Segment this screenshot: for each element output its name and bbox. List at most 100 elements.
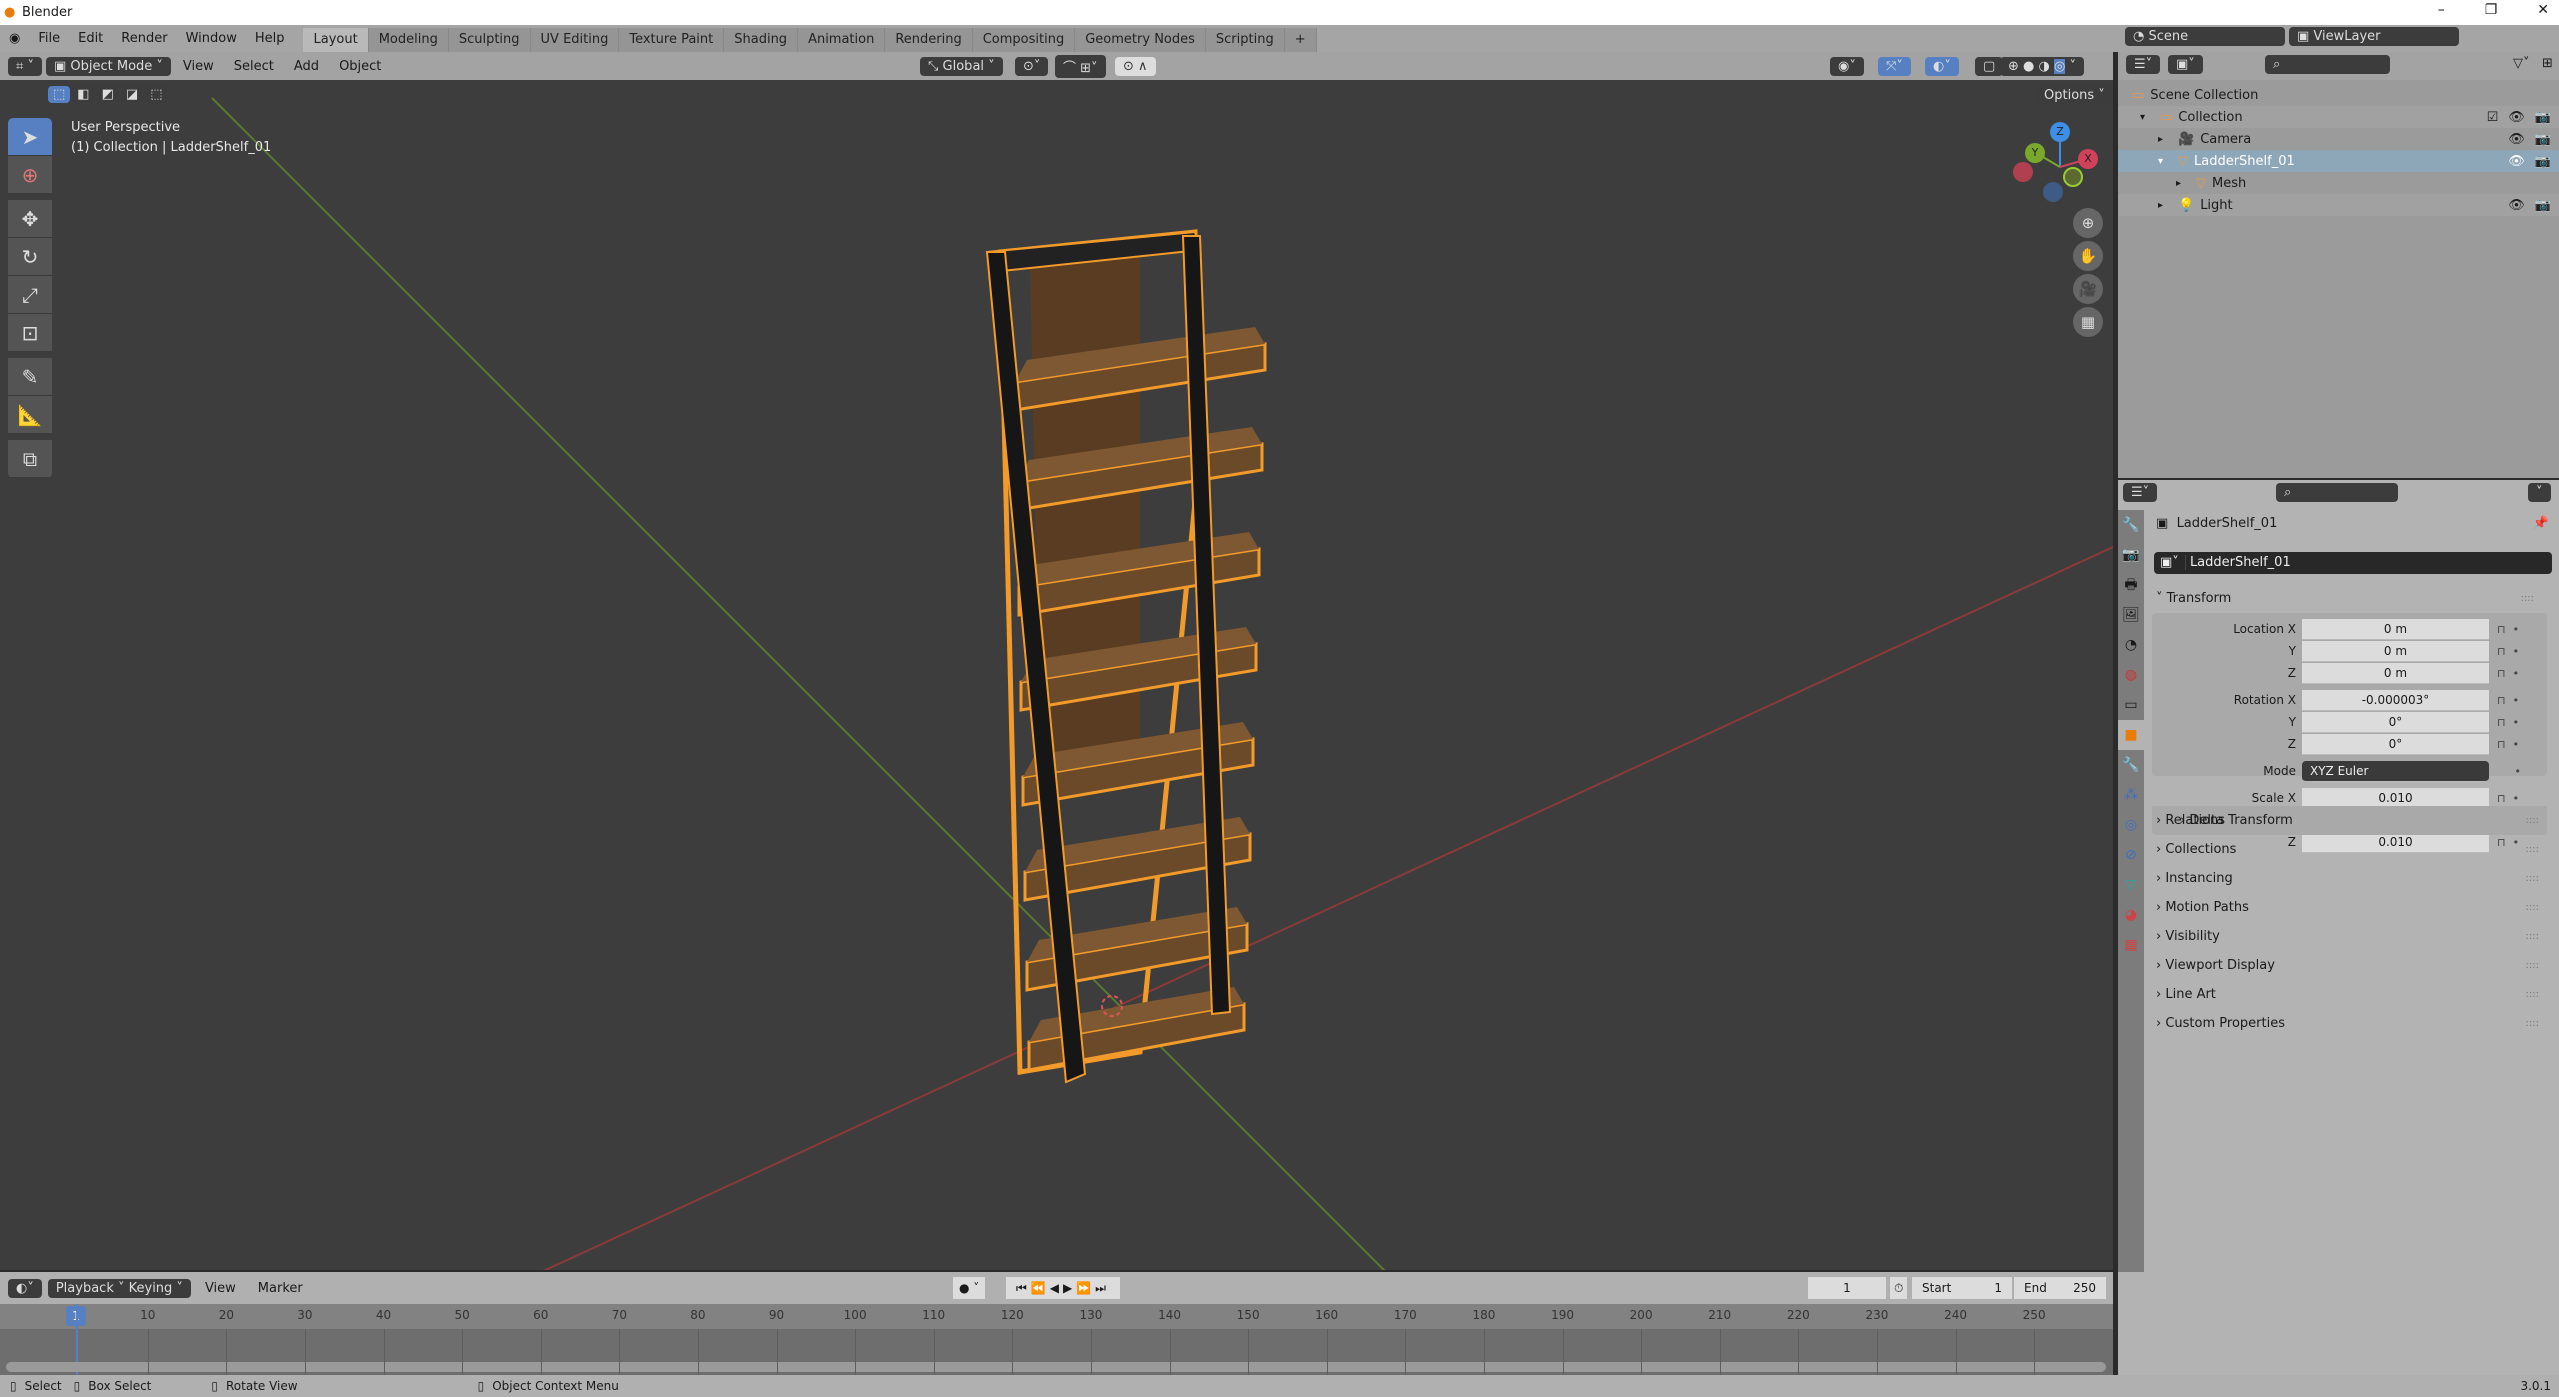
filter-icon[interactable]: ▽˅: [2513, 56, 2530, 71]
panel-relations[interactable]: › Relations::::: [2128, 806, 2553, 835]
visibility-eye-icon[interactable]: 👁: [2508, 132, 2525, 147]
tab-rendering[interactable]: Rendering: [885, 28, 973, 52]
render-camera-icon[interactable]: 📷: [2535, 110, 2551, 125]
expand-arrow-icon[interactable]: ▸: [2176, 178, 2190, 189]
menu-edit[interactable]: Edit: [69, 26, 112, 52]
render-camera-icon[interactable]: 📷: [2535, 198, 2551, 213]
options-button[interactable]: Options ˅: [2036, 86, 2113, 105]
transform-value-field[interactable]: 0°: [2302, 711, 2489, 733]
expand-arrow-icon[interactable]: ▾: [2140, 112, 2154, 123]
gizmo-neg-x[interactable]: [2013, 162, 2033, 182]
gizmo-x-axis[interactable]: X: [2078, 149, 2098, 169]
transform-value-field[interactable]: 0°: [2302, 733, 2489, 755]
marker-menu[interactable]: Marker: [250, 1281, 311, 1296]
current-frame-field[interactable]: 1: [1808, 1277, 1886, 1299]
expand-arrow-icon[interactable]: ▸: [2158, 134, 2172, 145]
select-invert-icon[interactable]: ◪: [120, 86, 144, 103]
menu-file[interactable]: File: [29, 26, 69, 52]
add-workspace-button[interactable]: +: [1284, 28, 1317, 52]
3d-viewport[interactable]: [0, 52, 2113, 1270]
scale-tool-icon[interactable]: ⤢: [8, 276, 52, 314]
view-layer-tab-icon[interactable]: 🖼: [2118, 600, 2144, 630]
outliner-search-input[interactable]: ⌕: [2265, 55, 2390, 74]
panel-collections[interactable]: › Collections::::: [2128, 835, 2553, 864]
menu-help[interactable]: Help: [246, 26, 294, 52]
transform-tool-icon[interactable]: ⊡: [8, 314, 52, 352]
menu-window[interactable]: Window: [177, 26, 246, 52]
lock-icon[interactable]: ⊓ •: [2489, 738, 2529, 751]
outliner-item[interactable]: ▸ 🎥 Camera 👁 📷: [2118, 128, 2559, 150]
scene-selector[interactable]: ◔ Scene: [2125, 27, 2285, 46]
gizmo-neg-y[interactable]: [2063, 167, 2083, 187]
scene-tab-icon[interactable]: ◔: [2118, 630, 2144, 660]
blender-menu-icon[interactable]: ◉: [0, 26, 29, 52]
editor-type-button[interactable]: ⌗ ˅: [8, 56, 42, 76]
gizmo-y-axis[interactable]: Y: [2025, 143, 2045, 163]
maximize-button[interactable]: ❐: [2485, 2, 2498, 18]
transform-value-field[interactable]: -0.000003°: [2302, 689, 2489, 711]
measure-tool-icon[interactable]: 📐: [8, 396, 52, 434]
close-button[interactable]: ✕: [2537, 2, 2549, 18]
snap-button[interactable]: ⌒ ⊞˅: [1055, 54, 1106, 78]
select-box-tool-icon[interactable]: ➤: [8, 118, 52, 156]
ortho-grid-icon[interactable]: ▦: [2073, 307, 2103, 337]
texture-tab-icon[interactable]: ▦: [2118, 930, 2144, 960]
menu-object[interactable]: Object: [331, 59, 389, 74]
output-tab-icon[interactable]: 🖶: [2118, 570, 2144, 600]
select-new-icon[interactable]: ⬚: [48, 86, 71, 103]
tab-modeling[interactable]: Modeling: [368, 28, 449, 52]
lock-icon[interactable]: ⊓ •: [2489, 694, 2529, 707]
lock-icon[interactable]: ⊓ •: [2489, 645, 2529, 658]
playback-menu[interactable]: Playback ˅ Keying ˅: [47, 1278, 191, 1298]
menu-add[interactable]: Add: [286, 59, 327, 74]
outliner-item[interactable]: ▾ ▽ LadderShelf_01 👁 📷: [2118, 150, 2559, 172]
minimize-button[interactable]: –: [2438, 2, 2445, 18]
camera-view-icon[interactable]: 🎥: [2073, 274, 2103, 304]
object-tab-icon[interactable]: ■: [2118, 720, 2144, 750]
outliner-editor-type[interactable]: ☰˅: [2126, 55, 2161, 74]
menu-view[interactable]: View: [175, 59, 222, 74]
pin-icon[interactable]: 📌: [2533, 516, 2549, 531]
transform-value-field[interactable]: 0 m: [2302, 662, 2489, 684]
end-frame-field[interactable]: End 250: [2014, 1277, 2106, 1299]
modifier-tab-icon[interactable]: 🔧: [2118, 750, 2144, 780]
annotate-tool-icon[interactable]: ✎: [8, 358, 52, 396]
start-frame-field[interactable]: Start 1: [1912, 1277, 2012, 1299]
data-tab-icon[interactable]: ▽: [2118, 870, 2144, 900]
tab-texture-paint[interactable]: Texture Paint: [619, 28, 725, 52]
timeline-view-menu[interactable]: View: [197, 1281, 244, 1296]
particles-tab-icon[interactable]: ⁂: [2118, 780, 2144, 810]
panel-instancing[interactable]: › Instancing::::: [2128, 864, 2553, 893]
select-extend-icon[interactable]: ◧: [72, 86, 95, 103]
cursor-tool-icon[interactable]: ⊕: [8, 156, 52, 194]
properties-editor-type[interactable]: ☰˅: [2123, 483, 2158, 502]
shading-modes[interactable]: ⊕ ● ◑ ◎ ˅: [2000, 56, 2084, 76]
outliner-item[interactable]: ▭ Scene Collection: [2118, 84, 2559, 106]
playback-controls[interactable]: ⏮⏪◀▶⏩⏭: [1006, 1277, 1120, 1299]
gizmo-z-axis[interactable]: Z: [2050, 122, 2070, 142]
visibility-eye-icon[interactable]: 👁: [2508, 154, 2525, 169]
expand-arrow-icon[interactable]: ▾: [2158, 156, 2172, 167]
tab-geometry-nodes[interactable]: Geometry Nodes: [1075, 28, 1206, 52]
physics-tab-icon[interactable]: ◎: [2118, 810, 2144, 840]
tab-sculpting[interactable]: Sculpting: [448, 28, 531, 52]
pivot-button[interactable]: ⊙˅: [1015, 56, 1049, 76]
rotation-mode-dropdown[interactable]: XYZ Euler: [2302, 760, 2489, 782]
proportional-edit-button[interactable]: ⊙ ∧: [1115, 56, 1156, 76]
lock-icon[interactable]: ⊓ •: [2489, 716, 2529, 729]
menu-render[interactable]: Render: [112, 26, 176, 52]
stopwatch-icon[interactable]: ⏱: [1890, 1277, 1908, 1299]
select-intersect-icon[interactable]: ⬚: [145, 86, 168, 103]
lock-icon[interactable]: ⊓ •: [2489, 667, 2529, 680]
new-collection-icon[interactable]: ⊞: [2542, 56, 2553, 71]
constraints-tab-icon[interactable]: ⊘: [2118, 840, 2144, 870]
world-tab-icon[interactable]: ◍: [2118, 660, 2144, 690]
tab-animation[interactable]: Animation: [798, 28, 886, 52]
timeline-ruler[interactable]: 1 10203040506070809010011012013014015016…: [0, 1304, 2113, 1329]
menu-select[interactable]: Select: [226, 59, 282, 74]
tab-layout[interactable]: Layout: [303, 28, 369, 52]
navigation-gizmo[interactable]: Z Y X: [2010, 115, 2110, 205]
gizmo-toggle[interactable]: ⤧˅: [1878, 56, 1911, 76]
add-cube-tool-icon[interactable]: ⧉: [8, 440, 52, 478]
visibility-eye-icon[interactable]: 👁: [2508, 110, 2525, 125]
